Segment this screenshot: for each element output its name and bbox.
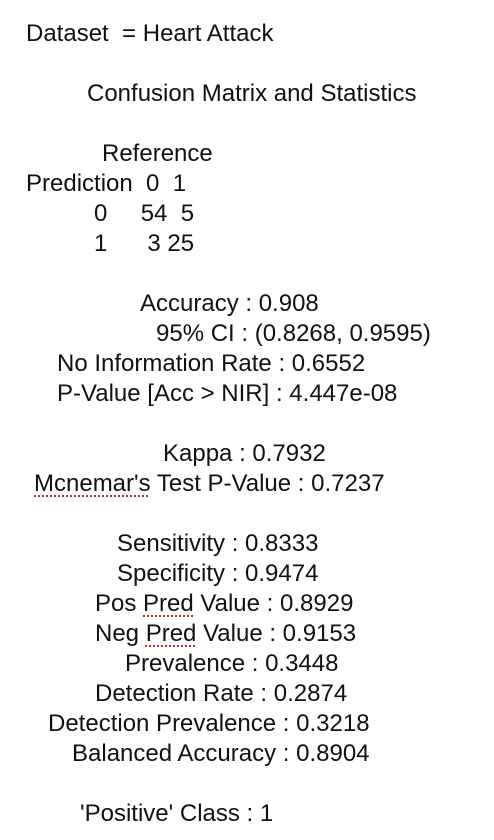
stat-accuracy: Accuracy : 0.908 bbox=[140, 290, 319, 317]
stat-pos-pred: Pos Pred Value : 0.8929 bbox=[95, 589, 353, 619]
stat-neg-pred: Neg Pred Value : 0.9153 bbox=[95, 619, 356, 649]
stat-detection-prevalence: Detection Prevalence : 0.3218 bbox=[48, 710, 370, 737]
stat-ci: 95% CI : (0.8268, 0.9595) bbox=[156, 320, 431, 347]
matrix-reference-label: Reference bbox=[102, 140, 213, 167]
document-page: Dataset = Heart Attack Confusion Matrix … bbox=[0, 0, 494, 840]
stat-detection-rate: Detection Rate : 0.2874 bbox=[95, 680, 348, 707]
stat-mcnemar: Mcnemar's Test P-Value : 0.7237 bbox=[34, 469, 385, 499]
spellcheck-word: Mcnemar's bbox=[34, 470, 151, 497]
stat-nir: No Information Rate : 0.6552 bbox=[57, 350, 366, 377]
matrix-row-1: 1 3 25 bbox=[94, 230, 195, 257]
stat-mcnemar-rest: Test P-Value : 0.7237 bbox=[150, 470, 385, 497]
spellcheck-word: Pred bbox=[143, 590, 194, 617]
stat-neg-pred-b: Value : 0.9153 bbox=[196, 620, 357, 647]
positive-class: 'Positive' Class : 1 bbox=[80, 800, 274, 827]
stat-balanced-accuracy: Balanced Accuracy : 0.8904 bbox=[72, 740, 370, 767]
stat-neg-pred-a: Neg bbox=[95, 620, 146, 647]
matrix-row-0: 0 54 5 bbox=[94, 200, 195, 227]
stat-kappa: Kappa : 0.7932 bbox=[163, 440, 326, 467]
stat-prevalence: Prevalence : 0.3448 bbox=[125, 650, 339, 677]
matrix-header-row: Prediction 0 1 bbox=[26, 170, 187, 197]
page-title: Confusion Matrix and Statistics bbox=[87, 80, 417, 107]
spellcheck-word: Pred bbox=[145, 620, 197, 647]
dataset-line: Dataset = Heart Attack bbox=[26, 20, 274, 47]
stat-sensitivity: Sensitivity : 0.8333 bbox=[117, 530, 319, 557]
stat-pos-pred-a: Pos bbox=[95, 590, 144, 617]
stat-pvalue: P-Value [Acc > NIR] : 4.447e-08 bbox=[57, 380, 398, 407]
stat-pos-pred-b: Value : 0.8929 bbox=[193, 590, 354, 617]
stat-specificity: Specificity : 0.9474 bbox=[117, 560, 319, 587]
